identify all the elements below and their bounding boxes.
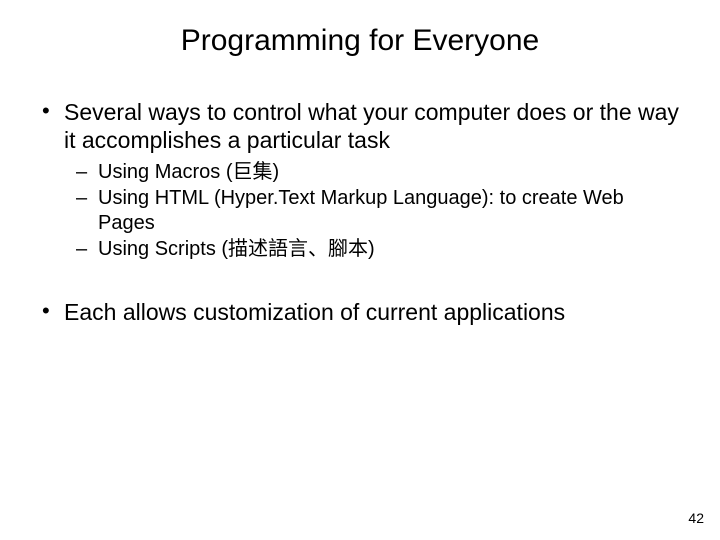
bullet-item: Each allows customization of current app… bbox=[40, 298, 680, 326]
sub-bullet-item: Using HTML (Hyper.Text Markup Language):… bbox=[76, 186, 680, 235]
sub-bullet-text: Using Macros (巨集) bbox=[98, 161, 279, 183]
sub-bullet-list: Using Macros (巨集) Using HTML (Hyper.Text… bbox=[76, 160, 680, 262]
page-number: 42 bbox=[688, 510, 704, 526]
spacer bbox=[40, 270, 680, 298]
bullet-text: Several ways to control what your comput… bbox=[64, 99, 679, 153]
sub-bullet-text: Using Scripts (描述語言、腳本) bbox=[98, 238, 375, 260]
sub-bullet-item: Using Macros (巨集) bbox=[76, 160, 680, 184]
bullet-list: Each allows customization of current app… bbox=[40, 298, 680, 326]
bullet-list: Several ways to control what your comput… bbox=[40, 98, 680, 262]
slide-title: Programming for Everyone bbox=[40, 20, 680, 58]
bullet-item: Several ways to control what your comput… bbox=[40, 98, 680, 262]
sub-bullet-text: Using HTML (Hyper.Text Markup Language):… bbox=[98, 187, 624, 233]
sub-bullet-item: Using Scripts (描述語言、腳本) bbox=[76, 237, 680, 261]
bullet-text: Each allows customization of current app… bbox=[64, 299, 565, 325]
slide: Programming for Everyone Several ways to… bbox=[0, 0, 720, 540]
